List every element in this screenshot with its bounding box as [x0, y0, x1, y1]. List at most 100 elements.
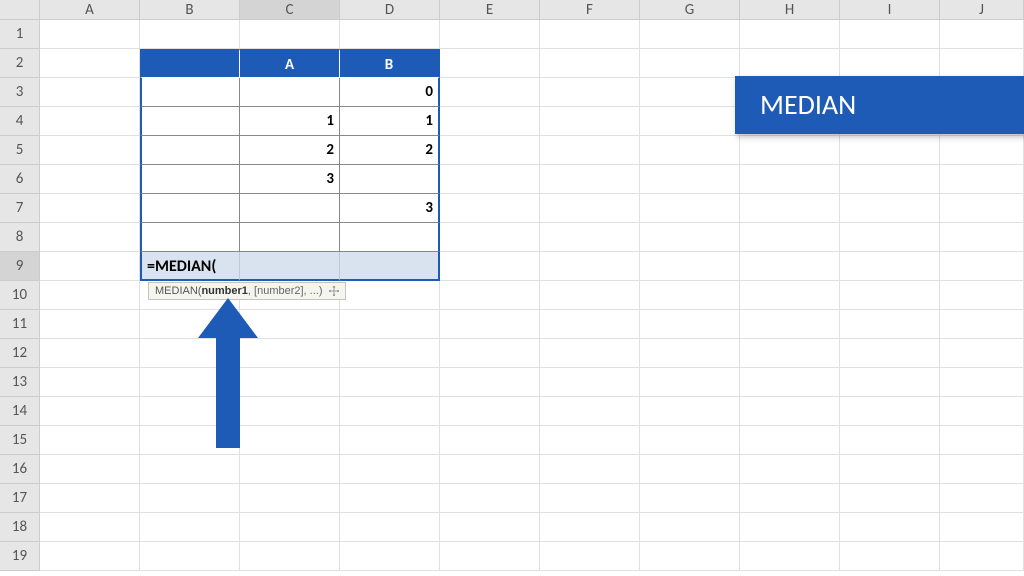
cell-E11[interactable]	[440, 310, 540, 339]
cell-G10[interactable]	[640, 281, 740, 310]
cell-D13[interactable]	[340, 368, 440, 397]
row-header-18[interactable]: 18	[0, 513, 40, 542]
cell-I18[interactable]	[840, 513, 940, 542]
cell-C5[interactable]: 2	[240, 136, 340, 165]
cell-D6[interactable]	[340, 165, 440, 194]
cell-G12[interactable]	[640, 339, 740, 368]
cell-C1[interactable]	[240, 20, 340, 49]
cell-H2[interactable]	[740, 49, 840, 78]
cell-D2[interactable]: B	[340, 49, 440, 78]
cell-J10[interactable]	[940, 281, 1024, 310]
cell-D14[interactable]	[340, 397, 440, 426]
cell-D1[interactable]	[340, 20, 440, 49]
cell-I19[interactable]	[840, 542, 940, 571]
cell-B18[interactable]	[140, 513, 240, 542]
cell-D4[interactable]: 1	[340, 107, 440, 136]
cell-B19[interactable]	[140, 542, 240, 571]
cell-G17[interactable]	[640, 484, 740, 513]
cell-J18[interactable]	[940, 513, 1024, 542]
cell-A12[interactable]	[40, 339, 140, 368]
cell-A11[interactable]	[40, 310, 140, 339]
cell-F19[interactable]	[540, 542, 640, 571]
cell-F10[interactable]	[540, 281, 640, 310]
col-header-I[interactable]: I	[840, 0, 940, 20]
cell-B5[interactable]	[140, 136, 240, 165]
cell-A19[interactable]	[40, 542, 140, 571]
cell-I9[interactable]	[840, 252, 940, 281]
cell-H19[interactable]	[740, 542, 840, 571]
row-header-15[interactable]: 15	[0, 426, 40, 455]
cell-A6[interactable]	[40, 165, 140, 194]
cell-F1[interactable]	[540, 20, 640, 49]
cell-B4[interactable]	[140, 107, 240, 136]
cell-C2[interactable]: A	[240, 49, 340, 78]
cell-G8[interactable]	[640, 223, 740, 252]
cell-C6[interactable]: 3	[240, 165, 340, 194]
cell-F6[interactable]	[540, 165, 640, 194]
cell-A5[interactable]	[40, 136, 140, 165]
row-header-19[interactable]: 19	[0, 542, 40, 571]
cell-C3[interactable]	[240, 78, 340, 107]
cell-F11[interactable]	[540, 310, 640, 339]
col-header-F[interactable]: F	[540, 0, 640, 20]
cell-H16[interactable]	[740, 455, 840, 484]
cell-E13[interactable]	[440, 368, 540, 397]
row-header-17[interactable]: 17	[0, 484, 40, 513]
cell-A17[interactable]	[40, 484, 140, 513]
cell-D19[interactable]	[340, 542, 440, 571]
cell-D10[interactable]	[340, 281, 440, 310]
row-header-8[interactable]: 8	[0, 223, 40, 252]
cell-J15[interactable]	[940, 426, 1024, 455]
cell-I14[interactable]	[840, 397, 940, 426]
row-header-6[interactable]: 6	[0, 165, 40, 194]
cell-F2[interactable]	[540, 49, 640, 78]
cell-J5[interactable]	[940, 136, 1024, 165]
cell-B6[interactable]	[140, 165, 240, 194]
cell-I5[interactable]	[840, 136, 940, 165]
cell-J19[interactable]	[940, 542, 1024, 571]
row-header-4[interactable]: 4	[0, 107, 40, 136]
cell-E7[interactable]	[440, 194, 540, 223]
cell-B7[interactable]	[140, 194, 240, 223]
cell-G14[interactable]	[640, 397, 740, 426]
cell-H13[interactable]	[740, 368, 840, 397]
cell-D15[interactable]	[340, 426, 440, 455]
cell-C16[interactable]	[240, 455, 340, 484]
cell-I15[interactable]	[840, 426, 940, 455]
col-header-A[interactable]: A	[40, 0, 140, 20]
cell-G9[interactable]	[640, 252, 740, 281]
cell-F14[interactable]	[540, 397, 640, 426]
col-header-E[interactable]: E	[440, 0, 540, 20]
cell-A15[interactable]	[40, 426, 140, 455]
cell-D11[interactable]	[340, 310, 440, 339]
cell-A16[interactable]	[40, 455, 140, 484]
cell-H15[interactable]	[740, 426, 840, 455]
cell-A7[interactable]	[40, 194, 140, 223]
cell-J12[interactable]	[940, 339, 1024, 368]
cell-J8[interactable]	[940, 223, 1024, 252]
cell-A3[interactable]	[40, 78, 140, 107]
cell-I11[interactable]	[840, 310, 940, 339]
cell-E1[interactable]	[440, 20, 540, 49]
row-header-14[interactable]: 14	[0, 397, 40, 426]
cell-F15[interactable]	[540, 426, 640, 455]
cell-F18[interactable]	[540, 513, 640, 542]
cell-C19[interactable]	[240, 542, 340, 571]
row-header-3[interactable]: 3	[0, 78, 40, 107]
cell-D8[interactable]	[340, 223, 440, 252]
cell-G19[interactable]	[640, 542, 740, 571]
col-header-G[interactable]: G	[640, 0, 740, 20]
cell-E8[interactable]	[440, 223, 540, 252]
col-header-D[interactable]: D	[340, 0, 440, 20]
cell-H12[interactable]	[740, 339, 840, 368]
cell-B9[interactable]: =MEDIAN(	[140, 252, 240, 281]
cell-D16[interactable]	[340, 455, 440, 484]
cell-C9[interactable]	[240, 252, 340, 281]
cell-A10[interactable]	[40, 281, 140, 310]
row-header-1[interactable]: 1	[0, 20, 40, 49]
row-header-2[interactable]: 2	[0, 49, 40, 78]
cell-J13[interactable]	[940, 368, 1024, 397]
cell-G13[interactable]	[640, 368, 740, 397]
cell-H10[interactable]	[740, 281, 840, 310]
cell-H14[interactable]	[740, 397, 840, 426]
